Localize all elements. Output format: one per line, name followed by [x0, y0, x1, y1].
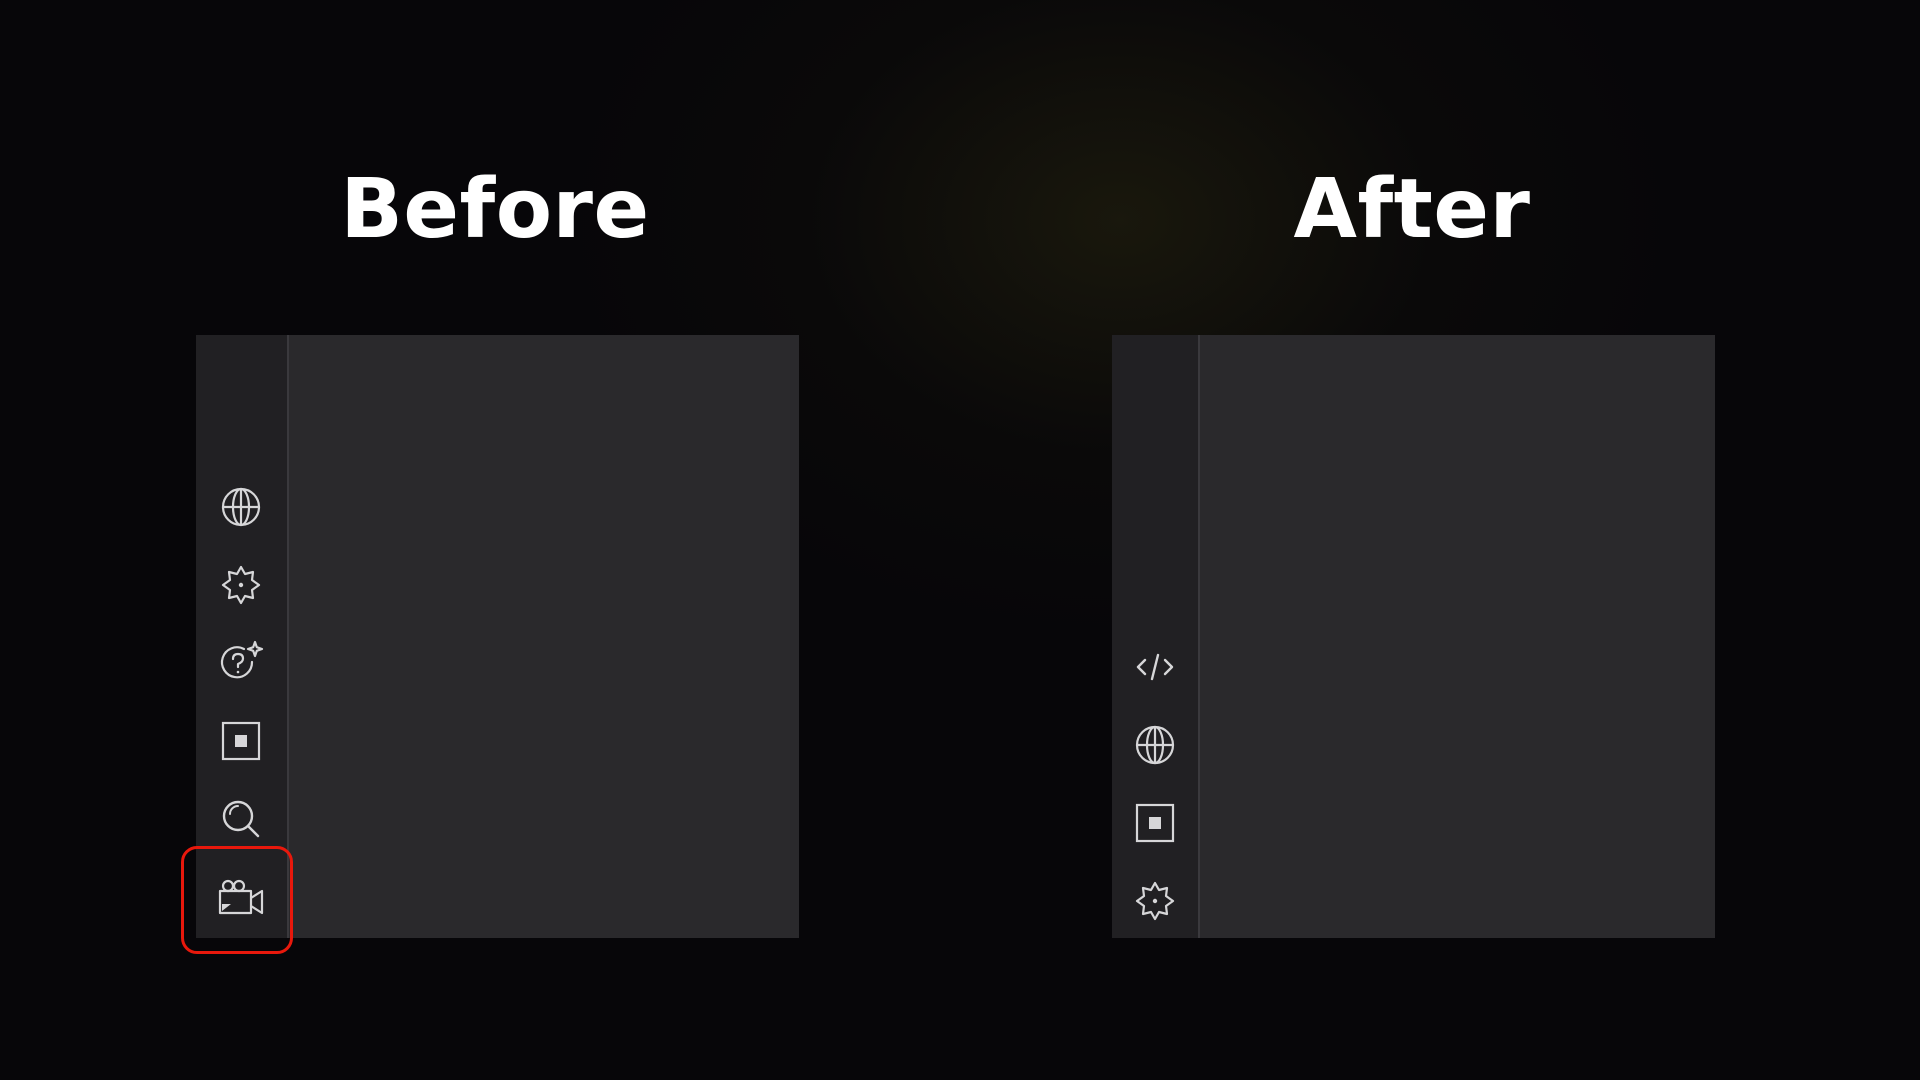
globe-icon: [1135, 725, 1175, 765]
before-heading: Before: [340, 162, 650, 257]
globe-icon: [221, 487, 261, 527]
globe-button[interactable]: [1131, 721, 1179, 769]
settings-button[interactable]: [217, 561, 265, 609]
gear-icon: [221, 565, 261, 605]
ai-help-icon: [220, 640, 264, 679]
stop-button[interactable]: [217, 717, 265, 765]
stop-square-icon: [1135, 803, 1175, 843]
search-icon: [222, 800, 260, 838]
search-button[interactable]: [217, 795, 265, 843]
globe-button[interactable]: [217, 483, 265, 531]
code-button[interactable]: [1131, 643, 1179, 691]
highlight-box: [181, 846, 293, 954]
stop-square-icon: [221, 721, 261, 761]
after-heading: After: [1293, 162, 1531, 257]
code-icon: [1136, 653, 1174, 681]
ai-help-button[interactable]: [217, 639, 265, 687]
after-panel: [1112, 335, 1715, 938]
settings-button[interactable]: [1131, 877, 1179, 925]
gear-icon: [1135, 881, 1175, 921]
before-panel: [196, 335, 799, 938]
after-sidebar-rail: [1112, 335, 1200, 938]
stop-button[interactable]: [1131, 799, 1179, 847]
